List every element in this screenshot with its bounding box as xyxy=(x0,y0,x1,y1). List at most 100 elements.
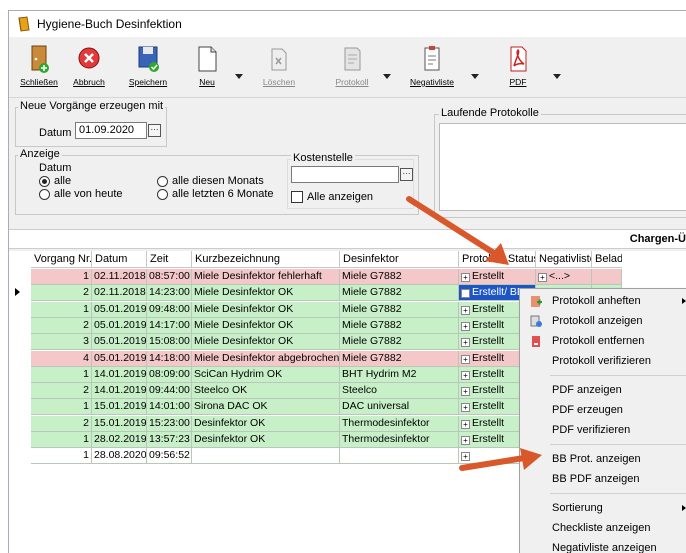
cell-nr[interactable]: 1 xyxy=(31,366,92,383)
cell-desinfektor[interactable]: Miele G7882 xyxy=(340,285,459,302)
cell-nr[interactable]: 2 xyxy=(31,317,92,334)
cell-desinfektor[interactable]: Miele G7882 xyxy=(340,301,459,318)
menu-create-pdf[interactable]: PDF erzeugen xyxy=(520,400,686,420)
cell-datum[interactable]: 28.02.2019 xyxy=(92,432,147,448)
cell-zeit[interactable]: 09:56:52 xyxy=(147,448,192,465)
menu-show-checklist[interactable]: Checkliste anzeigen xyxy=(520,518,686,538)
cell-datum[interactable]: 28.08.2020 xyxy=(92,448,147,465)
cell-datum[interactable]: 14.01.2019 xyxy=(92,383,147,400)
cell-kurzbezeichnung[interactable]: Miele Desinfektor fehlerhaft xyxy=(192,269,340,285)
cell-nr[interactable]: 3 xyxy=(31,334,92,351)
col-nr[interactable]: Vorgang Nr. xyxy=(31,251,92,268)
cell-desinfektor[interactable]: Thermodesinfektor xyxy=(340,415,459,432)
new-button[interactable]: Neu xyxy=(185,40,229,96)
abort-button[interactable]: Abbruch xyxy=(67,40,111,96)
cell-nr[interactable]: 1 xyxy=(31,448,92,465)
show-all-checkbox[interactable]: Alle anzeigen xyxy=(291,191,373,203)
cell-desinfektor[interactable]: Thermodesinfektor xyxy=(340,432,459,448)
pdf-dropdown-icon[interactable] xyxy=(553,74,561,79)
date-picker-button[interactable]: ··· xyxy=(148,124,161,137)
cell-zeit[interactable]: 09:44:00 xyxy=(147,383,192,400)
cell-zeit[interactable]: 14:01:00 xyxy=(147,399,192,416)
expand-icon[interactable]: + xyxy=(461,338,470,348)
save-button[interactable]: Speichern xyxy=(121,40,175,96)
protocol-button[interactable]: Protokoll xyxy=(327,40,377,96)
cell-datum[interactable]: 15.01.2019 xyxy=(92,415,147,432)
cell-desinfektor[interactable]: Miele G7882 xyxy=(340,317,459,334)
cell-datum[interactable]: 05.01.2019 xyxy=(92,301,147,318)
cell-datum[interactable]: 05.01.2019 xyxy=(92,317,147,334)
cell-kurzbezeichnung[interactable]: Miele Desinfektor OK xyxy=(192,317,340,334)
cell-kurzbezeichnung[interactable] xyxy=(192,448,340,465)
cell-kurzbezeichnung[interactable]: Desinfektor OK xyxy=(192,415,340,432)
running-protocols-list[interactable] xyxy=(439,123,686,211)
radio-alle[interactable]: alle xyxy=(39,175,71,187)
radio-last-6-months[interactable]: alle letzten 6 Monate xyxy=(157,188,274,200)
cell-nr[interactable]: 2 xyxy=(31,285,92,302)
menu-show-bb-protocol[interactable]: BB Prot. anzeigen xyxy=(520,449,686,469)
cell-datum[interactable]: 15.01.2019 xyxy=(92,399,147,416)
cell-desinfektor[interactable]: Miele G7882 xyxy=(340,350,459,367)
menu-pin-protocol[interactable]: Protokoll anheften xyxy=(520,291,686,311)
cell-nr[interactable]: 1 xyxy=(31,432,92,448)
col-status[interactable]: Protokoll Status xyxy=(459,251,536,268)
cell-kurzbezeichnung[interactable]: Miele Desinfektor OK xyxy=(192,334,340,351)
cell-kurzbezeichnung[interactable]: Miele Desinfektor OK xyxy=(192,285,340,302)
cell-datum[interactable]: 02.11.2018 xyxy=(92,269,147,285)
cell-zeit[interactable]: 08:57:00 xyxy=(147,269,192,285)
table-row[interactable]: 1 02.11.2018 08:57:00 Miele Desinfektor feh… xyxy=(31,269,622,285)
cell-nr[interactable]: 2 xyxy=(31,415,92,432)
menu-show-pdf[interactable]: PDF anzeigen xyxy=(520,380,686,400)
col-desinfektor[interactable]: Desinfektor xyxy=(340,251,459,268)
radio-today[interactable]: alle von heute xyxy=(39,188,123,200)
expand-icon[interactable]: + xyxy=(461,436,470,445)
expand-icon[interactable]: + xyxy=(461,387,470,397)
expand-icon[interactable]: + xyxy=(461,403,470,413)
cell-zeit[interactable]: 14:23:00 xyxy=(147,285,192,302)
cell-nr[interactable]: 4 xyxy=(31,350,92,367)
cell-kurzbezeichnung[interactable]: Steelco OK xyxy=(192,383,340,400)
cell-desinfektor[interactable]: Miele G7882 xyxy=(340,269,459,285)
menu-verify-pdf[interactable]: PDF verifizieren xyxy=(520,420,686,440)
cell-nr[interactable]: 1 xyxy=(31,399,92,416)
cell-desinfektor[interactable]: BHT Hydrim M2 xyxy=(340,366,459,383)
cell-desinfektor[interactable]: Steelco xyxy=(340,383,459,400)
pdf-button[interactable]: PDF xyxy=(493,40,543,96)
protocol-dropdown-icon[interactable] xyxy=(383,74,391,79)
cell-desinfektor[interactable]: Miele G7882 xyxy=(340,334,459,351)
cell-desinfektor[interactable] xyxy=(340,448,459,465)
expand-icon[interactable]: + xyxy=(461,354,470,364)
cell-desinfektor[interactable]: DAC universal xyxy=(340,399,459,416)
cell-kurzbezeichnung[interactable]: Miele Desinfektor OK xyxy=(192,301,340,318)
radio-this-month[interactable]: alle diesen Monats xyxy=(157,175,264,187)
close-button[interactable]: Schließen xyxy=(17,40,61,96)
cell-datum[interactable]: 05.01.2019 xyxy=(92,350,147,367)
expand-icon[interactable]: + xyxy=(461,321,470,331)
negativelist-dropdown-icon[interactable] xyxy=(471,74,479,79)
expand-icon[interactable]: + xyxy=(461,370,470,380)
col-zeit[interactable]: Zeit xyxy=(147,251,192,268)
expand-icon[interactable]: + xyxy=(461,289,470,299)
col-negativliste[interactable]: Negativliste xyxy=(536,251,592,268)
expand-icon[interactable]: + xyxy=(461,419,470,429)
cell-nr[interactable]: 2 xyxy=(31,383,92,400)
cell-zeit[interactable]: 13:57:23 xyxy=(147,432,192,448)
menu-show-negativelist[interactable]: Negativliste anzeigen xyxy=(520,538,686,553)
menu-show-bb-pdf[interactable]: BB PDF anzeigen xyxy=(520,469,686,489)
cell-datum[interactable]: 14.01.2019 xyxy=(92,366,147,383)
cell-zeit[interactable]: 14:17:00 xyxy=(147,317,192,334)
menu-sort[interactable]: Sortierung xyxy=(520,498,686,518)
cell-nr[interactable]: 1 xyxy=(31,301,92,318)
menu-show-protocol[interactable]: Protokoll anzeigen xyxy=(520,311,686,331)
expand-icon[interactable]: + xyxy=(461,273,470,282)
cell-zeit[interactable]: 15:08:00 xyxy=(147,334,192,351)
menu-verify-protocol[interactable]: Protokoll verifizieren xyxy=(520,351,686,371)
negativelist-button[interactable]: Negativliste xyxy=(401,40,463,96)
col-datum[interactable]: Datum xyxy=(92,251,147,268)
col-kurz[interactable]: Kurzbezeichnung xyxy=(192,251,340,268)
cell-zeit[interactable]: 08:09:00 xyxy=(147,366,192,383)
cell-zeit[interactable]: 14:18:00 xyxy=(147,350,192,367)
expand-icon[interactable]: + xyxy=(461,305,470,315)
new-dropdown-icon[interactable] xyxy=(235,74,243,79)
col-beladen[interactable]: Belade xyxy=(592,251,622,268)
